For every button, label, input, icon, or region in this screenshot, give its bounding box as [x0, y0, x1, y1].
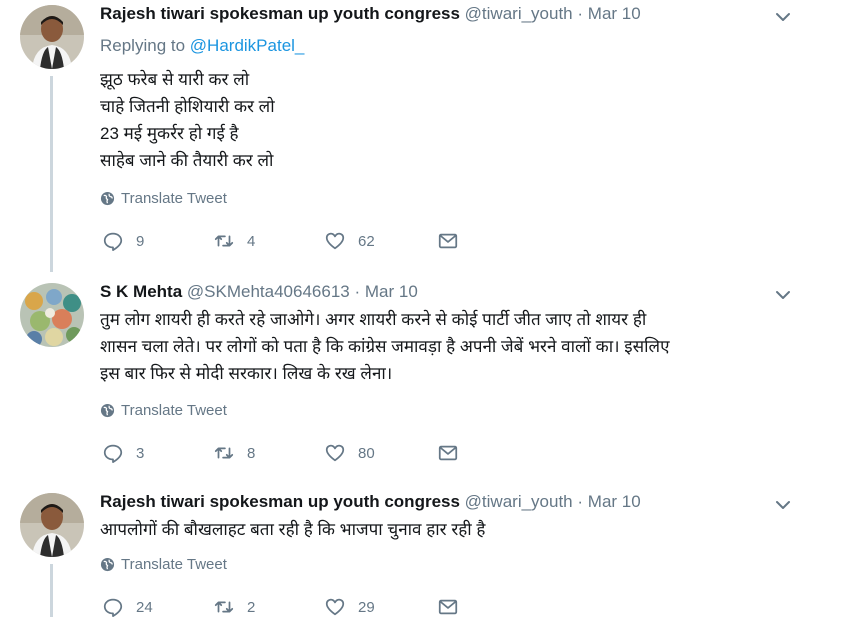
tweet-header: Rajesh tiwari spokesman up youth congres…	[100, 492, 641, 512]
heart-icon	[325, 232, 345, 250]
tweet-actions: 3 8 80	[102, 442, 459, 464]
separator: ·	[577, 4, 584, 23]
avatar[interactable]	[20, 5, 84, 69]
tweet-line: शासन चला लेते। पर लोगों को पता है कि कां…	[100, 337, 670, 356]
translate-label: Translate Tweet	[121, 556, 227, 573]
chevron-down-icon[interactable]	[774, 8, 792, 26]
tweet-line: इस बार फिर से मोदी सरकार। लिख के रख लेना…	[100, 364, 393, 383]
retweet-icon	[214, 235, 234, 247]
envelope-icon	[438, 599, 458, 615]
display-name[interactable]: Rajesh tiwari spokesman up youth congres…	[100, 4, 460, 23]
like-count: 62	[358, 232, 375, 250]
globe-icon	[100, 403, 115, 418]
display-name[interactable]: S K Mehta	[100, 282, 182, 301]
tweet[interactable]: S K Mehta @SKMehta40646613 · Mar 10 तुम …	[0, 278, 850, 478]
user-handle[interactable]: @tiwari_youth	[465, 4, 573, 23]
tweet-line: 23 मई मुकर्रर हो गई है	[100, 124, 239, 143]
direct-message-button[interactable]	[437, 230, 459, 252]
tweet-line: तुम लोग शायरी ही करते रहे जाओगे। अगर शाय…	[100, 310, 647, 329]
reply-button[interactable]: 9	[102, 230, 213, 252]
tweet-actions: 24 2 29	[102, 596, 459, 617]
thread-line	[50, 76, 53, 272]
reply-button[interactable]: 24	[102, 596, 213, 617]
thread-line	[50, 564, 53, 617]
translate-label: Translate Tweet	[121, 402, 227, 419]
direct-message-button[interactable]	[437, 596, 459, 617]
translate-label: Translate Tweet	[121, 190, 227, 207]
tweet[interactable]: Rajesh tiwari spokesman up youth congres…	[0, 488, 850, 617]
tweet-text: तुम लोग शायरी ही करते रहे जाओगे। अगर शाय…	[100, 306, 800, 387]
reply-count: 9	[136, 232, 145, 250]
tweet-actions: 9 4 62	[102, 230, 459, 252]
avatar[interactable]	[20, 283, 84, 347]
mention-link[interactable]: @HardikPatel_	[190, 36, 305, 55]
tweet-header: S K Mehta @SKMehta40646613 · Mar 10	[100, 282, 418, 302]
tweet-line: साहेब जाने की तैयारी कर लो	[100, 151, 274, 170]
like-count: 29	[358, 598, 375, 616]
globe-icon	[100, 191, 115, 206]
reply-icon	[103, 598, 123, 617]
user-handle[interactable]: @tiwari_youth	[465, 492, 573, 511]
reply-button[interactable]: 3	[102, 442, 213, 464]
like-button[interactable]: 80	[324, 442, 437, 464]
like-button[interactable]: 29	[324, 596, 437, 617]
chevron-down-icon[interactable]	[774, 496, 792, 514]
retweet-icon	[214, 447, 234, 459]
separator: ·	[354, 282, 361, 301]
retweet-count: 4	[247, 232, 256, 250]
tweet-header: Rajesh tiwari spokesman up youth congres…	[100, 4, 641, 24]
chevron-down-icon[interactable]	[774, 286, 792, 304]
translate-tweet-link[interactable]: Translate Tweet	[100, 190, 227, 207]
retweet-button[interactable]: 4	[213, 230, 324, 252]
retweet-count: 8	[247, 444, 256, 462]
user-handle[interactable]: @SKMehta40646613	[187, 282, 350, 301]
avatar[interactable]	[20, 493, 84, 557]
heart-icon	[325, 598, 345, 616]
tweet-date[interactable]: Mar 10	[365, 282, 418, 301]
replying-to: Replying to @HardikPatel_	[100, 36, 304, 56]
reply-icon	[103, 232, 123, 252]
separator: ·	[577, 492, 584, 511]
tweet[interactable]: Rajesh tiwari spokesman up youth congres…	[0, 0, 850, 272]
envelope-icon	[438, 233, 458, 249]
tweet-date[interactable]: Mar 10	[588, 4, 641, 23]
tweet-text: झूठ फरेब से यारी कर लो चाहे जितनी होशिया…	[100, 66, 800, 174]
globe-icon	[100, 557, 115, 572]
retweet-count: 2	[247, 598, 256, 616]
tweet-line: आपलोगों की बौखलाहट बता रही है कि भाजपा च…	[100, 520, 486, 539]
translate-tweet-link[interactable]: Translate Tweet	[100, 556, 227, 573]
tweet-text: आपलोगों की बौखलाहट बता रही है कि भाजपा च…	[100, 516, 800, 543]
display-name[interactable]: Rajesh tiwari spokesman up youth congres…	[100, 492, 460, 511]
retweet-button[interactable]: 8	[213, 442, 324, 464]
like-button[interactable]: 62	[324, 230, 437, 252]
replying-prefix: Replying to	[100, 36, 186, 55]
heart-icon	[325, 444, 345, 462]
like-count: 80	[358, 444, 375, 462]
reply-count: 24	[136, 598, 153, 616]
retweet-button[interactable]: 2	[213, 596, 324, 617]
direct-message-button[interactable]	[437, 442, 459, 464]
envelope-icon	[438, 445, 458, 461]
reply-icon	[103, 444, 123, 464]
retweet-icon	[214, 601, 234, 613]
tweet-line: चाहे जितनी होशियारी कर लो	[100, 97, 275, 116]
translate-tweet-link[interactable]: Translate Tweet	[100, 402, 227, 419]
reply-count: 3	[136, 444, 145, 462]
tweet-date[interactable]: Mar 10	[588, 492, 641, 511]
tweet-line: झूठ फरेब से यारी कर लो	[100, 70, 250, 89]
